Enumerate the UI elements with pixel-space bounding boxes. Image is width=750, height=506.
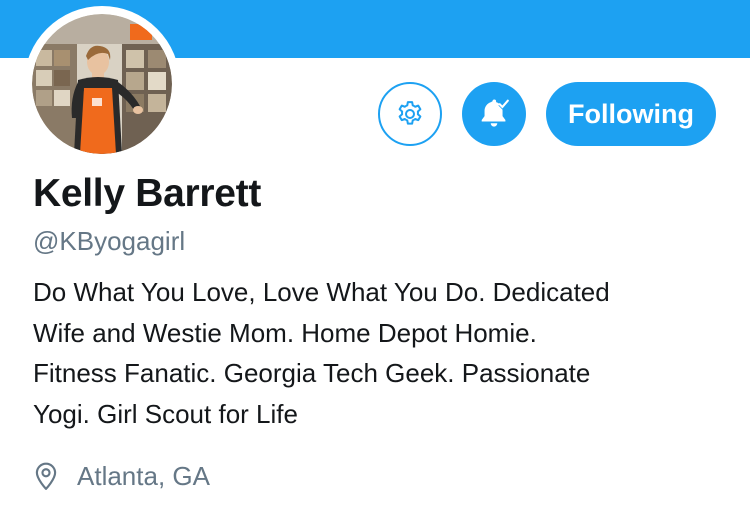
display-name: Kelly Barrett [33, 172, 262, 215]
user-handle: @KByogagirl [33, 226, 186, 256]
following-button-label: Following [568, 98, 694, 129]
bio-line: Fitness Fanatic. Georgia Tech Geek. Pass… [33, 358, 591, 388]
notifications-button[interactable] [462, 82, 526, 146]
bio-line: Yogi. Girl Scout for Life [33, 398, 298, 429]
bell-check-icon [481, 99, 510, 127]
following-button[interactable]: Following [546, 82, 716, 146]
avatar-frame [24, 6, 180, 162]
avatar[interactable] [32, 14, 172, 154]
profile-bio: Do What You Love, Love What You Do. Dedi… [33, 272, 733, 434]
bio-line: Do What You Love, Love What You Do. Dedi… [33, 277, 610, 307]
location-text: Atlanta, GA [77, 460, 210, 491]
map-pin-icon [35, 462, 57, 490]
gear-icon [398, 101, 422, 125]
settings-button[interactable] [378, 82, 442, 146]
bio-line: Wife and Westie Mom. Home Depot Homie. [33, 317, 537, 348]
profile-location: Atlanta, GA [33, 456, 210, 496]
